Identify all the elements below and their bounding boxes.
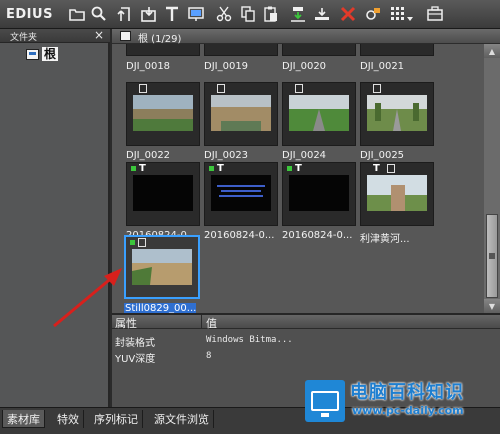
- still-image-icon: [138, 238, 146, 247]
- clip-label: DJI_0020: [282, 61, 327, 72]
- watermark-title: 电脑百科知识: [350, 382, 464, 403]
- title-clip-icon: T: [217, 163, 224, 174]
- clip-thumbnail: T: [204, 162, 278, 226]
- folder-panel-title: 文件夹: [10, 33, 38, 43]
- bin-panel: 根 (1/29) DJI_0018 DJI_0019 DJI_0020 DJI_…: [112, 29, 500, 313]
- copy-icon[interactable]: [239, 5, 257, 23]
- tab-effects[interactable]: 特效: [53, 410, 84, 428]
- title-clip-icon: T: [373, 163, 380, 174]
- properties-icon[interactable]: [364, 5, 382, 23]
- clip-label: 利津黄河...: [360, 234, 410, 245]
- add-to-timeline-icon[interactable]: [289, 5, 307, 23]
- delete-icon[interactable]: [339, 5, 357, 23]
- clip-thumbnail: [282, 82, 356, 146]
- property-name: YUV深度: [115, 354, 156, 365]
- properties-header: 属性 值: [112, 315, 500, 330]
- paste-icon[interactable]: [262, 5, 280, 23]
- scroll-down-icon[interactable]: ▼: [484, 299, 500, 313]
- bin-scrollbar[interactable]: ▲ ▼: [484, 44, 500, 313]
- clip-label: DJI_0022: [126, 150, 171, 161]
- clip-thumbnail: [126, 82, 200, 146]
- clip-thumbnail: [124, 235, 200, 299]
- property-value: 8: [206, 351, 212, 361]
- clip-thumbnail: T: [282, 162, 356, 226]
- clip-thumbnail: [360, 44, 434, 56]
- clip-thumbnail: [126, 44, 200, 56]
- scrollbar-thumb[interactable]: [486, 214, 498, 298]
- root-folder-icon: [26, 48, 39, 60]
- bin-options-icon[interactable]: [426, 5, 444, 23]
- clip-thumbnail: [204, 44, 278, 56]
- properties-row: YUV深度 8: [112, 350, 500, 365]
- insert-icon[interactable]: [313, 5, 331, 23]
- clip-thumbnail: T: [126, 162, 200, 226]
- tab-bin[interactable]: 素材库: [2, 410, 45, 428]
- close-icon[interactable]: ×: [94, 28, 104, 42]
- scissors-icon[interactable]: [215, 5, 233, 23]
- folder-icon[interactable]: [68, 5, 86, 23]
- folder-panel: 文件夹 × 根: [0, 28, 110, 407]
- clip-label: DJI_0025: [360, 150, 405, 161]
- search-icon[interactable]: [90, 5, 108, 23]
- clip-grid: DJI_0018 DJI_0019 DJI_0020 DJI_0021 DJI_…: [112, 44, 484, 313]
- watermark-logo: [305, 380, 345, 422]
- clip-label: 20160824-0...: [204, 230, 275, 241]
- clip-label: DJI_0024: [282, 150, 327, 161]
- monitor-icon: [311, 391, 339, 417]
- property-value: Windows Bitma...: [206, 335, 293, 345]
- title-clip-icon: T: [295, 163, 302, 174]
- view-mode-icon[interactable]: [390, 5, 416, 23]
- title-clip-icon: T: [139, 163, 146, 174]
- clip-label: Still0829_00...: [124, 303, 196, 313]
- bin-folder-icon: [120, 31, 131, 41]
- clip-label: DJI_0018: [126, 61, 171, 72]
- video-clip-icon: [373, 84, 381, 93]
- clip-thumbnail: [282, 44, 356, 56]
- tab-sequence-markers[interactable]: 序列标记: [90, 410, 143, 428]
- tab-source-browser[interactable]: 源文件浏览: [150, 410, 214, 428]
- watermark-url: www.pc-daily.com: [352, 404, 464, 417]
- folder-panel-header: 文件夹 ×: [0, 28, 110, 43]
- video-clip-icon: [139, 84, 147, 93]
- up-folder-icon[interactable]: [116, 5, 134, 23]
- clip-label: DJI_0023: [204, 150, 249, 161]
- clip-thumbnail: T: [360, 162, 434, 226]
- monitor-icon[interactable]: [187, 5, 205, 23]
- properties-col-name: 属性: [115, 317, 137, 330]
- clip-thumbnail: [360, 82, 434, 146]
- clip-label: DJI_0021: [360, 61, 405, 72]
- folder-tree-root-label: 根: [42, 47, 59, 61]
- scroll-up-icon[interactable]: ▲: [484, 44, 500, 58]
- video-clip-icon: [295, 84, 303, 93]
- app-title: EDIUS: [6, 7, 53, 22]
- clip-label: 20160824-0...: [282, 230, 353, 241]
- bin-path: 根 (1/29): [138, 34, 182, 45]
- bin-header: 根 (1/29): [112, 29, 500, 45]
- video-clip-icon: [387, 164, 395, 173]
- video-clip-icon: [217, 84, 225, 93]
- clip-label: DJI_0019: [204, 61, 249, 72]
- property-name: 封装格式: [115, 338, 155, 349]
- import-icon[interactable]: [140, 5, 158, 23]
- toolbar: EDIUS: [0, 0, 500, 29]
- properties-row: 封装格式 Windows Bitma...: [112, 334, 500, 349]
- clip-thumbnail: [204, 82, 278, 146]
- folder-tree-root[interactable]: 根: [26, 46, 59, 62]
- title-icon[interactable]: [163, 5, 181, 23]
- properties-col-value: 值: [206, 317, 217, 330]
